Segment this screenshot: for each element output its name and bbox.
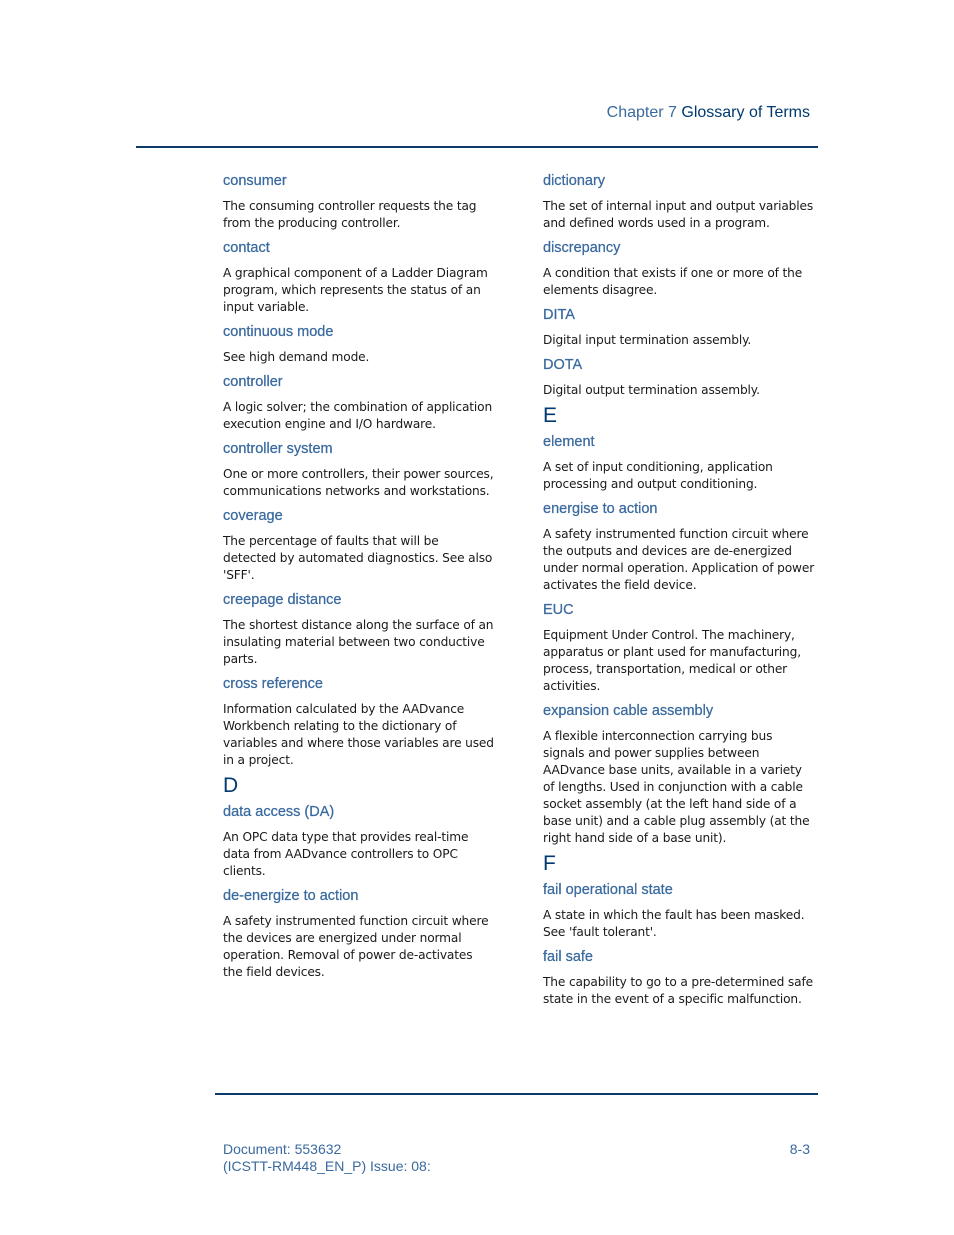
glossary-entry: DITA Digital input termination assembly. <box>543 306 815 349</box>
section-letter: D <box>223 774 239 797</box>
document-issue: (ICSTT-RM448_EN_P) Issue: 08: <box>223 1158 431 1174</box>
document-number: Document: 553632 <box>223 1141 342 1157</box>
glossary-entry: fail operational state A state in which t… <box>543 881 815 941</box>
glossary-definition: The capability to go to a pre-determined… <box>543 975 813 1006</box>
glossary-definition: The consuming controller requests the ta… <box>223 199 477 230</box>
glossary-term: creepage distance <box>223 592 342 608</box>
glossary-entry: de-energize to action A safety instrument… <box>223 887 495 981</box>
section-letter: F <box>543 852 556 875</box>
glossary-column-right: dictionary The set of internal input and … <box>543 172 815 1015</box>
glossary-entry: EUC Equipment Under Control. The machiner… <box>543 601 815 695</box>
glossary-term: DITA <box>543 307 575 323</box>
glossary-definition: A safety instrumented function circuit w… <box>223 914 489 979</box>
glossary-definition: Digital output termination assembly. <box>543 383 760 397</box>
glossary-definition: An OPC data type that provides real-time… <box>223 830 469 878</box>
glossary-definition: The percentage of faults that will be de… <box>223 534 493 582</box>
glossary-term: coverage <box>223 508 283 524</box>
page-header-title: Chapter 7 Glossary of Terms <box>607 104 810 122</box>
glossary-entry: continuous mode See high demand mode. <box>223 323 495 366</box>
glossary-term: element <box>543 434 595 450</box>
glossary-entry: energise to action A safety instrumented … <box>543 500 815 594</box>
glossary-term: de-energize to action <box>223 888 359 904</box>
glossary-definition: The shortest distance along the surface … <box>223 618 494 666</box>
glossary-definition: Digital input termination assembly. <box>543 333 752 347</box>
glossary-term: expansion cable assembly <box>543 703 714 719</box>
glossary-term: cross reference <box>223 676 323 692</box>
glossary-definition: A condition that exists if one or more o… <box>543 266 803 297</box>
footer-document-info: Document: 553632 (ICSTT-RM448_EN_P) Issu… <box>223 1141 431 1175</box>
glossary-definition: See high demand mode. <box>223 350 370 364</box>
glossary-definition: Equipment Under Control. The machinery, … <box>543 628 801 693</box>
glossary-column-left: consumer The consuming controller reques… <box>223 172 495 988</box>
glossary-definition: A safety instrumented function circuit w… <box>543 527 815 592</box>
header-divider <box>136 146 818 148</box>
glossary-term: controller system <box>223 441 333 457</box>
glossary-definition: A graphical component of a Ladder Diagra… <box>223 266 488 314</box>
glossary-entry: fail safe The capability to go to a pre-d… <box>543 948 815 1008</box>
glossary-entry: expansion cable assembly A flexible inter… <box>543 702 815 847</box>
glossary-entry: controller A logic solver; the combinatio… <box>223 373 495 433</box>
glossary-term: contact <box>223 240 270 256</box>
glossary-term: dictionary <box>543 173 606 189</box>
section-title: Glossary of Terms <box>681 104 810 121</box>
glossary-term: DOTA <box>543 357 583 373</box>
section-letter: E <box>543 404 558 427</box>
glossary-definition: A logic solver; the combination of appli… <box>223 400 493 431</box>
glossary-entry: contact A graphical component of a Ladder… <box>223 239 495 316</box>
footer-divider <box>215 1093 818 1095</box>
glossary-definition: The set of internal input and output var… <box>543 199 814 230</box>
glossary-definition: A set of input conditioning, application… <box>543 460 773 491</box>
glossary-term: energise to action <box>543 501 658 517</box>
chapter-label: Chapter 7 <box>606 104 677 121</box>
glossary-term: discrepancy <box>543 240 621 256</box>
page-number: 8-3 <box>789 1141 810 1157</box>
glossary-entry: DOTA Digital output termination assembly. <box>543 356 815 399</box>
glossary-entry: creepage distance The shortest distance a… <box>223 591 495 668</box>
glossary-definition: Information calculated by the AADvance W… <box>223 702 494 767</box>
glossary-entry: discrepancy A condition that exists if on… <box>543 239 815 299</box>
glossary-term: controller <box>223 374 283 390</box>
glossary-term: continuous mode <box>223 324 334 340</box>
glossary-term: fail operational state <box>543 882 673 898</box>
glossary-definition: A flexible interconnection carrying bus … <box>543 729 810 845</box>
glossary-term: fail safe <box>543 949 593 965</box>
glossary-entry: data access (DA) An OPC data type that pr… <box>223 803 495 880</box>
glossary-definition: A state in which the fault has been mask… <box>543 908 805 939</box>
glossary-entry: consumer The consuming controller reques… <box>223 172 495 232</box>
glossary-entry: dictionary The set of internal input and … <box>543 172 815 232</box>
glossary-entry: coverage The percentage of faults that wi… <box>223 507 495 584</box>
glossary-term: consumer <box>223 173 287 189</box>
glossary-entry: element A set of input conditioning, appl… <box>543 433 815 493</box>
glossary-term: EUC <box>543 602 574 618</box>
glossary-term: data access (DA) <box>223 804 335 820</box>
glossary-entry: cross reference Information calculated by… <box>223 675 495 769</box>
glossary-definition: One or more controllers, their power sou… <box>223 467 494 498</box>
glossary-entry: controller system One or more controllers… <box>223 440 495 500</box>
